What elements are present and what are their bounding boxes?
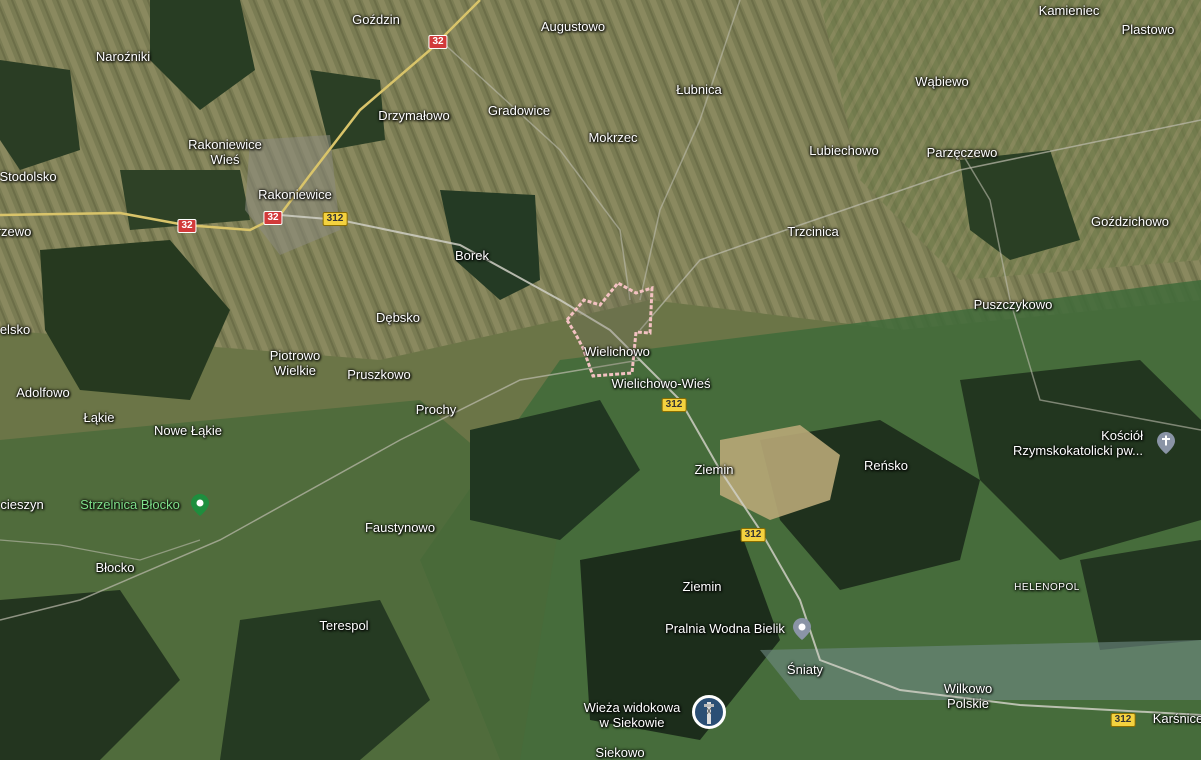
place-label[interactable]: Piotrowo Wielkie xyxy=(270,348,321,378)
place-label[interactable]: Stodolsko xyxy=(0,169,57,184)
place-label[interactable]: Wielichowo xyxy=(584,344,650,359)
place-label[interactable]: Nowe Łąkie xyxy=(154,423,222,438)
location-pin-icon[interactable] xyxy=(793,618,811,640)
place-label[interactable]: Parzęczewo xyxy=(927,145,998,160)
place-label[interactable]: Ziemin xyxy=(682,579,721,594)
place-label[interactable]: Rakoniewice xyxy=(258,187,332,202)
poi-label[interactable]: Pralnia Wodna Bielik xyxy=(665,621,785,636)
place-label[interactable]: HELENOPOL xyxy=(1014,580,1080,595)
place-label[interactable]: Dębsko xyxy=(376,310,420,325)
place-label[interactable]: Ziemin xyxy=(694,462,733,477)
place-label[interactable]: Rakoniewice Wieś xyxy=(188,137,262,167)
place-label[interactable]: Błocko xyxy=(95,560,134,575)
place-label[interactable]: Drzymałowo xyxy=(378,108,450,123)
place-label[interactable]: Borek xyxy=(455,248,489,263)
road-number-badge: 32 xyxy=(428,35,448,49)
road-number-badge: 32 xyxy=(177,219,197,233)
poi-label[interactable]: Wieża widokowa w Siekowie xyxy=(584,700,681,730)
place-label[interactable]: Reńsko xyxy=(864,458,908,473)
location-pin-icon[interactable] xyxy=(191,494,209,516)
place-label[interactable]: Pruszkowo xyxy=(347,367,411,382)
place-label[interactable]: Plastowo xyxy=(1122,22,1175,37)
place-label[interactable]: cieszyn xyxy=(0,497,43,512)
place-label[interactable]: Goździn xyxy=(352,12,400,27)
road-number-badge: 312 xyxy=(740,528,766,542)
place-label[interactable]: Kamieniec xyxy=(1039,3,1100,18)
road-number-badge: 312 xyxy=(661,398,687,412)
place-label[interactable]: Trzcinica xyxy=(787,224,839,239)
road-number-badge: 312 xyxy=(322,212,348,226)
place-label[interactable]: Wąbiewo xyxy=(915,74,968,89)
place-label[interactable]: Prochy xyxy=(416,402,456,417)
place-label[interactable]: Wielichowo-Wieś xyxy=(612,376,711,391)
place-label[interactable]: Łubnica xyxy=(676,82,722,97)
road-number-badge: 312 xyxy=(1110,713,1136,727)
place-label[interactable]: elsko xyxy=(0,322,30,337)
place-label[interactable]: Wilkowo Polskie xyxy=(944,681,992,711)
satellite-map[interactable] xyxy=(0,0,1201,760)
place-label[interactable]: Śniaty xyxy=(787,662,823,677)
observation-tower-icon[interactable] xyxy=(692,695,726,729)
place-label[interactable]: Gradowice xyxy=(488,103,550,118)
church-icon[interactable] xyxy=(1157,432,1175,454)
place-label[interactable]: Lubiechowo xyxy=(809,143,878,158)
place-label[interactable]: Mokrzec xyxy=(588,130,637,145)
place-label[interactable]: Augustowo xyxy=(541,19,605,34)
place-label[interactable]: rzewo xyxy=(0,224,31,239)
place-label[interactable]: Siekowo xyxy=(595,745,644,760)
place-label[interactable]: Adolfowo xyxy=(16,385,69,400)
poi-label[interactable]: Strzelnica Błocko xyxy=(80,497,180,512)
place-label[interactable]: Łąkie xyxy=(83,410,114,425)
place-label[interactable]: Karśnice xyxy=(1153,711,1201,726)
place-label[interactable]: Puszczykowo xyxy=(974,297,1053,312)
road-number-badge: 32 xyxy=(263,211,283,225)
poi-label[interactable]: Kościół Rzymskokatolicki pw... xyxy=(1013,428,1143,458)
place-label[interactable]: Terespol xyxy=(319,618,368,633)
place-label[interactable]: Naroźniki xyxy=(96,49,150,64)
place-label[interactable]: Faustynowo xyxy=(365,520,435,535)
place-label[interactable]: Goździchowo xyxy=(1091,214,1169,229)
